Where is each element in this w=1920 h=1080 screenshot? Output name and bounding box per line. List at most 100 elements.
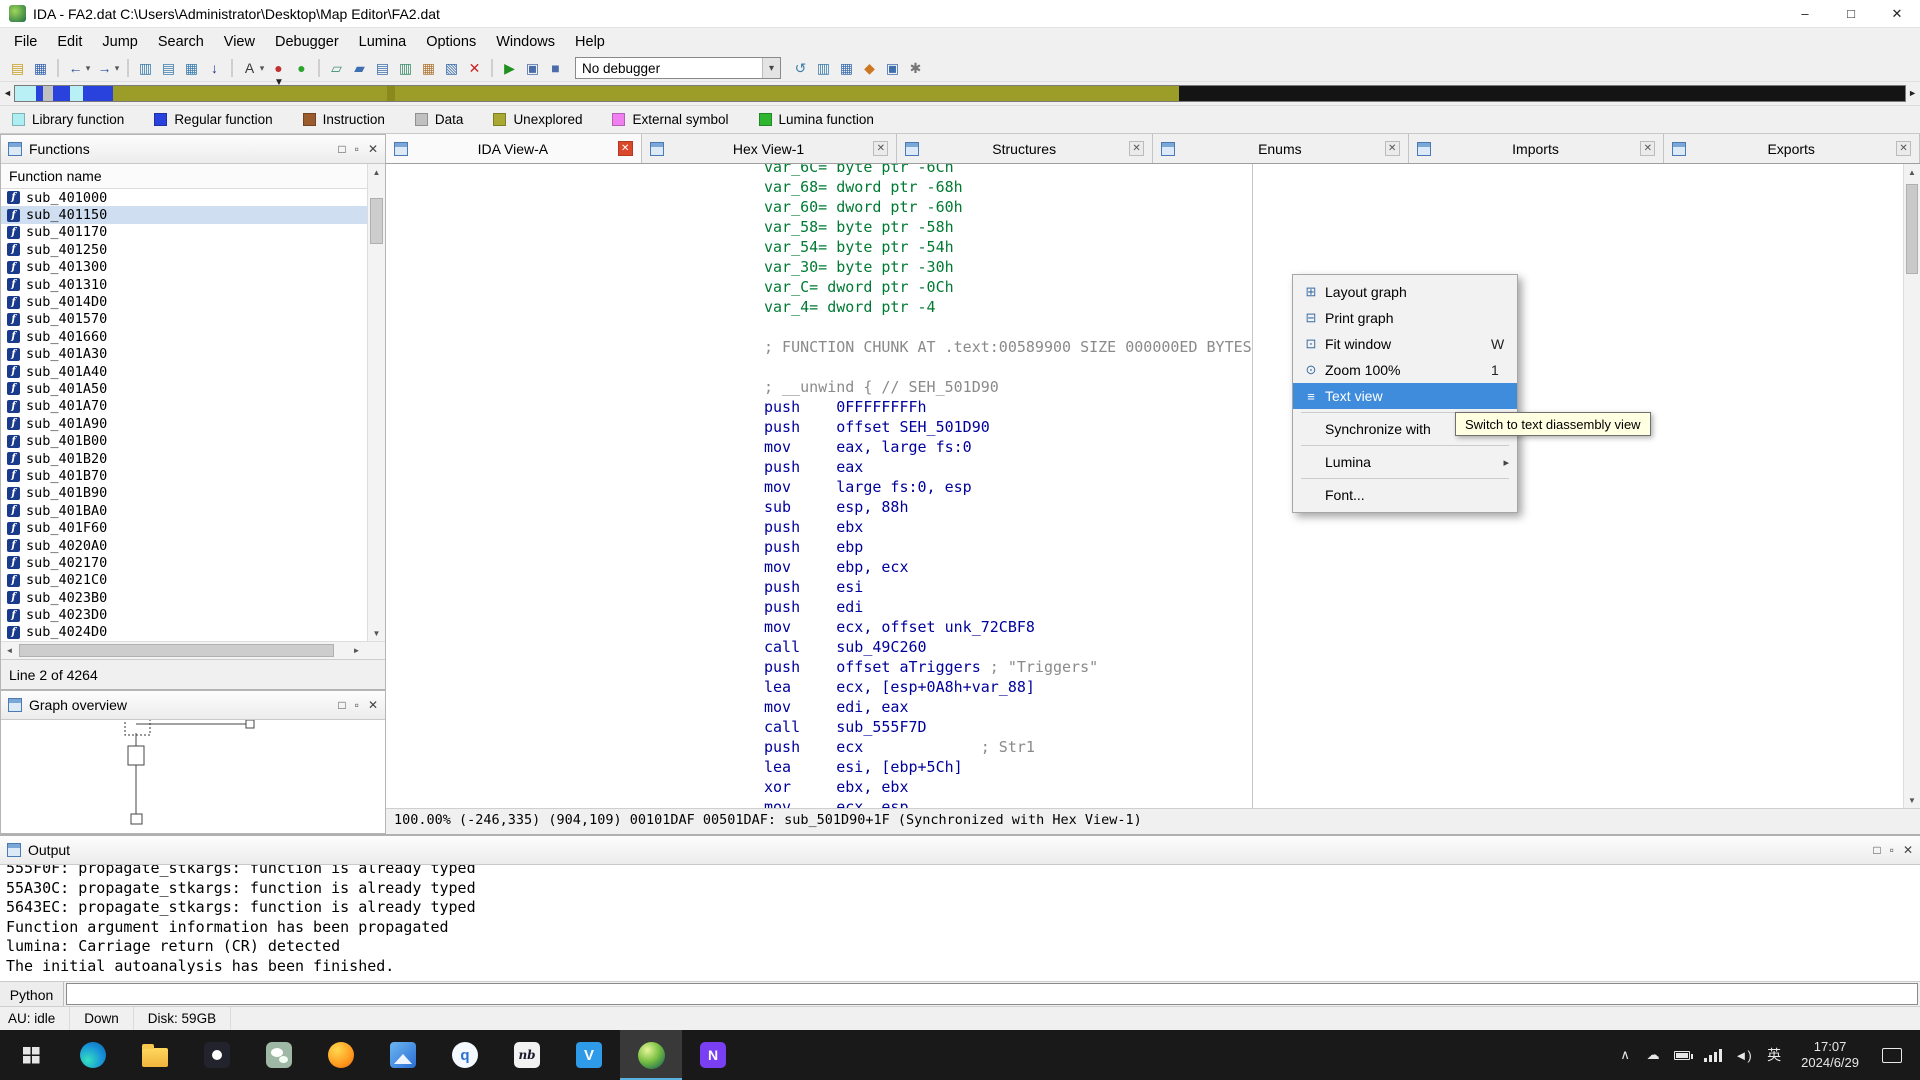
close-icon[interactable]: ✕ xyxy=(368,142,378,156)
close-icon[interactable] xyxy=(1129,141,1144,156)
restore-icon[interactable]: □ xyxy=(1873,843,1880,857)
menu-item-print-graph[interactable]: ⊟ Print graph xyxy=(1293,305,1517,331)
tab-imports[interactable]: Imports xyxy=(1409,134,1665,163)
function-row[interactable]: sub_4021C0 xyxy=(1,572,385,589)
function-row[interactable]: sub_401310 xyxy=(1,276,385,293)
close-icon[interactable]: ✕ xyxy=(368,698,378,712)
notes-app-icon[interactable]: N xyxy=(682,1030,744,1080)
function-row[interactable]: sub_401B70 xyxy=(1,467,385,484)
output-log[interactable]: 555F0F: propagate_stkargs: function is a… xyxy=(0,865,1920,981)
search-dropdown-icon[interactable]: ▾ xyxy=(257,57,267,80)
function-row[interactable]: sub_401A70 xyxy=(1,398,385,415)
menu-item-zoom-100[interactable]: ⊙ Zoom 100% 1 xyxy=(1293,357,1517,383)
close-icon[interactable] xyxy=(1640,141,1655,156)
scripts-icon[interactable]: ✱ xyxy=(904,57,927,80)
toolbar-icon[interactable] xyxy=(491,59,493,77)
menu-item[interactable]: View xyxy=(214,28,265,55)
quark-icon[interactable]: q xyxy=(434,1030,496,1080)
function-row[interactable]: sub_401660 xyxy=(1,328,385,345)
file-explorer-icon[interactable] xyxy=(124,1030,186,1080)
menu-item[interactable]: Edit xyxy=(47,28,92,55)
disassembly-line[interactable]: var_60= dword ptr -60h xyxy=(764,197,1920,217)
close-icon[interactable] xyxy=(1896,141,1911,156)
function-row[interactable]: sub_401B20 xyxy=(1,450,385,467)
nb-app-icon[interactable]: nb xyxy=(496,1030,558,1080)
wechat-icon[interactable] xyxy=(248,1030,310,1080)
scroll-right-icon[interactable]: ► xyxy=(348,642,365,659)
scrollbar-thumb[interactable] xyxy=(370,198,383,244)
tab-exports[interactable]: Exports xyxy=(1664,134,1920,163)
scroll-up-icon[interactable]: ▲ xyxy=(1904,164,1920,180)
menu-item[interactable]: File xyxy=(4,28,47,55)
tab-ida-view-a[interactable]: IDA View-A xyxy=(386,134,642,163)
scroll-left-icon[interactable]: ◄ xyxy=(1,642,18,659)
cloud-icon[interactable]: ☁ xyxy=(1639,1047,1667,1063)
function-row[interactable]: sub_401300 xyxy=(1,259,385,276)
function-row[interactable]: sub_401BA0 xyxy=(1,502,385,519)
pause-process-icon[interactable]: ▣ xyxy=(521,57,544,80)
float-icon[interactable]: ▫ xyxy=(355,698,359,712)
menu-item[interactable]: Options xyxy=(416,28,486,55)
toolbar-icon[interactable] xyxy=(318,59,320,77)
function-row[interactable]: sub_401A40 xyxy=(1,363,385,380)
disassembly-line[interactable]: var_6C= byte ptr -6Ch xyxy=(764,164,1920,177)
disassembly-line[interactable]: push ecx ; Str1 xyxy=(764,737,1920,757)
toolbar-icon[interactable] xyxy=(231,59,233,77)
function-row[interactable]: sub_401B90 xyxy=(1,485,385,502)
maximize-button[interactable]: □ xyxy=(1828,0,1874,27)
taskbar-clock[interactable]: 17:07 2024/6/29 xyxy=(1801,1039,1859,1071)
jump-function-icon[interactable]: ▦ xyxy=(180,57,203,80)
battery-icon[interactable] xyxy=(1674,1051,1690,1060)
forward-dropdown-icon[interactable]: ▾ xyxy=(112,57,122,80)
reanalyze-icon[interactable]: ● xyxy=(290,57,313,80)
open-strings-icon[interactable]: ▤ xyxy=(371,57,394,80)
function-row[interactable]: sub_4024D0 xyxy=(1,624,385,641)
menu-item[interactable]: Windows xyxy=(486,28,565,55)
watches-icon[interactable]: ◆ xyxy=(858,57,881,80)
stop-process-icon[interactable]: ■ xyxy=(544,57,567,80)
float-icon[interactable]: ▫ xyxy=(1890,843,1894,857)
function-row[interactable]: sub_401570 xyxy=(1,311,385,328)
jump-address-icon[interactable]: ↓ xyxy=(203,57,226,80)
jump-list-icon[interactable]: ▥ xyxy=(134,57,157,80)
disassembly-line[interactable]: var_68= dword ptr -68h xyxy=(764,177,1920,197)
save-icon[interactable]: ▦ xyxy=(29,57,52,80)
breakpoints-icon[interactable]: ▦ xyxy=(835,57,858,80)
function-row[interactable]: sub_401000 xyxy=(1,189,385,206)
function-row[interactable]: sub_401A90 xyxy=(1,415,385,432)
close-icon[interactable] xyxy=(618,141,633,156)
photos-icon[interactable] xyxy=(372,1030,434,1080)
function-row[interactable]: sub_4020A0 xyxy=(1,537,385,554)
function-row[interactable]: sub_4023B0 xyxy=(1,589,385,606)
open-names-icon[interactable]: ▦ xyxy=(417,57,440,80)
function-row[interactable]: sub_401F60 xyxy=(1,519,385,536)
menu-item-font[interactable]: Font... xyxy=(1293,482,1517,508)
tab-hex-view-1[interactable]: Hex View-1 xyxy=(642,134,898,163)
debugger-windows-icon[interactable]: ▥ xyxy=(812,57,835,80)
back-dropdown-icon[interactable]: ▾ xyxy=(83,57,93,80)
edge-icon[interactable] xyxy=(62,1030,124,1080)
disassembly-line[interactable]: lea esi, [ebp+5Ch] xyxy=(764,757,1920,777)
restore-icon[interactable]: □ xyxy=(338,698,345,712)
disassembly-line[interactable]: var_58= byte ptr -58h xyxy=(764,217,1920,237)
disassembly-line[interactable]: mov ecx, esp xyxy=(764,797,1920,808)
jump-segment-icon[interactable]: ▤ xyxy=(157,57,180,80)
ida-icon[interactable] xyxy=(620,1030,682,1080)
function-row[interactable]: sub_401B00 xyxy=(1,432,385,449)
python-input[interactable] xyxy=(66,983,1918,1005)
disassembly-line[interactable]: mov ebp, ecx xyxy=(764,557,1920,577)
volume-icon[interactable]: ◄) xyxy=(1729,1048,1757,1063)
navband-right-arrow-icon[interactable]: ► xyxy=(1908,89,1917,98)
functions-horizontal-scrollbar[interactable]: ◄ ► xyxy=(1,641,385,659)
attach-icon[interactable]: ↺ xyxy=(789,57,812,80)
function-name-column-header[interactable]: Function name xyxy=(1,164,385,189)
chevron-down-icon[interactable]: ▾ xyxy=(762,58,780,78)
disassembly-line[interactable]: push offset aTriggers ; "Triggers" xyxy=(764,657,1920,677)
menu-item[interactable]: Jump xyxy=(92,28,147,55)
disassembly-line[interactable]: mov edi, eax xyxy=(764,697,1920,717)
function-row[interactable]: sub_401A30 xyxy=(1,346,385,363)
function-row[interactable]: sub_4023D0 xyxy=(1,606,385,623)
menu-item-lumina[interactable]: Lumina ▸ xyxy=(1293,449,1517,475)
menu-item[interactable]: Lumina xyxy=(349,28,417,55)
function-row[interactable]: sub_402170 xyxy=(1,554,385,571)
